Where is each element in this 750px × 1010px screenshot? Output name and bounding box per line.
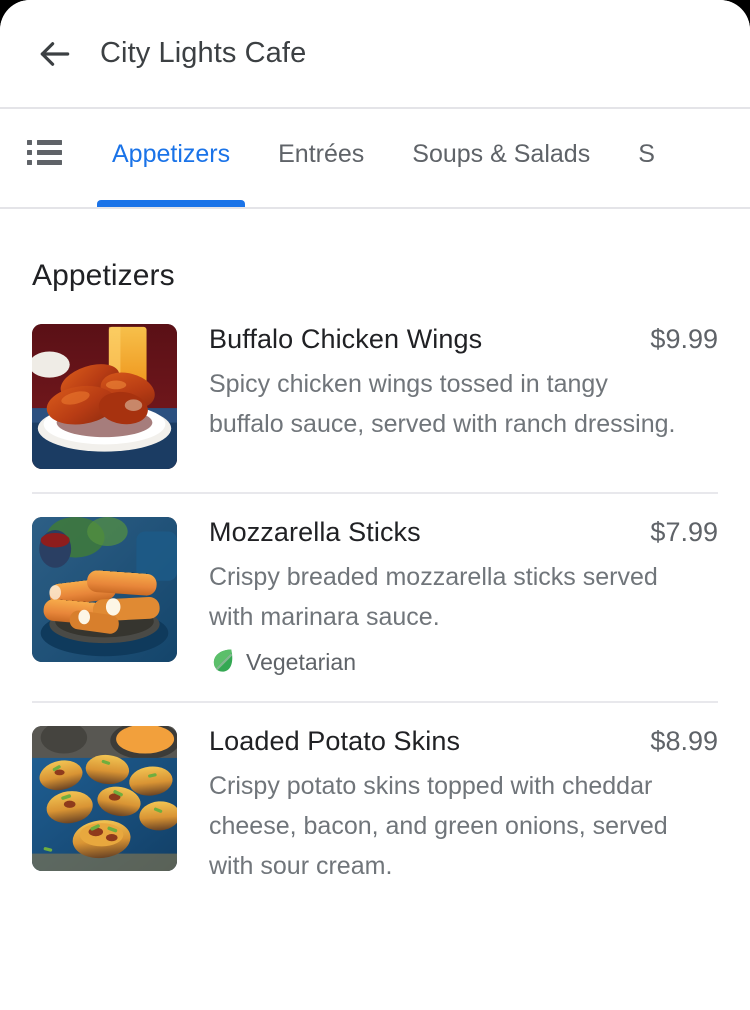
menu-scroll-area[interactable]: Appetizers Buffalo Chicken Wings $9.99 S… bbox=[0, 209, 750, 1010]
menu-item-price: $9.99 bbox=[650, 324, 718, 354]
menu-item-price: $7.99 bbox=[650, 517, 718, 547]
list-view-button[interactable] bbox=[0, 109, 88, 207]
page-title: City Lights Cafe bbox=[100, 37, 307, 69]
menu-item-body: Mozzarella Sticks $7.99 Crispy breaded m… bbox=[209, 517, 718, 678]
back-button[interactable] bbox=[32, 31, 78, 77]
menu-item-description: Crispy breaded mozzarella sticks served … bbox=[209, 563, 658, 631]
menu-item-header: Mozzarella Sticks $7.99 bbox=[209, 517, 718, 548]
menu-item-body: Buffalo Chicken Wings $9.99 Spicy chicke… bbox=[209, 324, 718, 444]
menu-item-name: Mozzarella Sticks bbox=[209, 517, 421, 547]
menu-item-description: Spicy chicken wings tossed in tangy buff… bbox=[209, 370, 676, 438]
tab-entrees[interactable]: Entrées bbox=[254, 109, 388, 207]
section-heading: Appetizers bbox=[32, 259, 175, 292]
tab-sides[interactable]: S bbox=[614, 109, 679, 207]
menu-item-header: Buffalo Chicken Wings $9.99 bbox=[209, 324, 718, 355]
tab-appetizers[interactable]: Appetizers bbox=[88, 109, 254, 207]
tab-soups-and-salads[interactable]: Soups & Salads bbox=[388, 109, 614, 207]
leaf-icon bbox=[209, 646, 235, 678]
menu-item-header: Loaded Potato Skins $8.99 bbox=[209, 726, 718, 757]
vegetarian-badge: Vegetarian bbox=[209, 646, 356, 678]
menu-item-price: $8.99 bbox=[650, 726, 718, 756]
menu-item-tags: Vegetarian bbox=[209, 646, 718, 678]
restaurant-menu-screen: City Lights Cafe Appetizers Entrées Soup… bbox=[0, 0, 750, 1010]
vegetarian-badge-label: Vegetarian bbox=[246, 648, 356, 675]
list-view-icon bbox=[26, 139, 62, 169]
menu-item[interactable]: Loaded Potato Skins $8.99 Crispy potato … bbox=[32, 703, 718, 909]
menu-item-description: Crispy potato skins topped with cheddar … bbox=[209, 772, 668, 880]
app-bar: City Lights Cafe bbox=[0, 0, 750, 109]
mozzarella-sticks-photo bbox=[32, 517, 177, 662]
loaded-potato-skins-photo bbox=[32, 726, 177, 871]
category-tab-bar: Appetizers Entrées Soups & Salads S bbox=[0, 109, 750, 209]
menu-item-body: Loaded Potato Skins $8.99 Crispy potato … bbox=[209, 726, 718, 886]
menu-item-name: Buffalo Chicken Wings bbox=[209, 324, 483, 354]
buffalo-chicken-wings-photo bbox=[32, 324, 177, 469]
menu-item-name: Loaded Potato Skins bbox=[209, 726, 461, 756]
arrow-left-icon bbox=[36, 35, 74, 73]
menu-item[interactable]: Buffalo Chicken Wings $9.99 Spicy chicke… bbox=[32, 301, 718, 494]
menu-item[interactable]: Mozzarella Sticks $7.99 Crispy breaded m… bbox=[32, 494, 718, 703]
